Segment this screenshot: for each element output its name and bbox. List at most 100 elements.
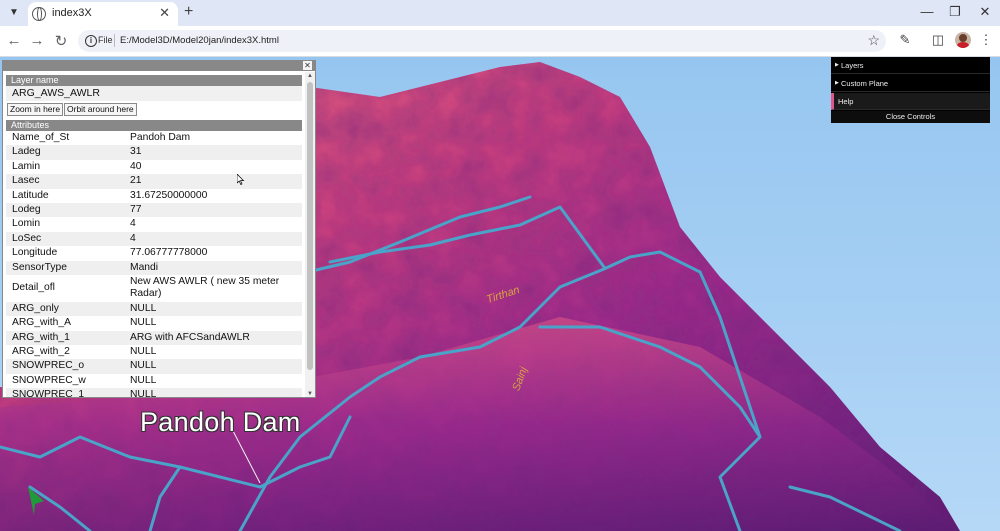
controls-layers-label: Layers — [841, 61, 864, 70]
attr-key: ARG_with_2 — [12, 346, 70, 358]
scroll-up-icon[interactable]: ▲ — [306, 73, 314, 79]
divider — [114, 34, 115, 47]
table-row: Longitude 77.06777778000 — [6, 246, 302, 260]
table-row: Name_of_St Pandoh Dam — [6, 131, 302, 145]
attr-value: NULL — [130, 389, 157, 398]
table-row: LoSec 4 — [6, 231, 302, 247]
close-icon[interactable]: ✕ — [303, 61, 312, 70]
layer-name-header: Layer name — [6, 75, 302, 86]
table-row: Lodeg 77 — [6, 202, 302, 218]
controls-custom-plane-label: Custom Plane — [841, 79, 889, 88]
attr-key: Longitude — [12, 247, 58, 259]
tab-list-icon[interactable]: ▼ — [6, 5, 22, 21]
attr-value: NULL — [130, 374, 157, 386]
table-row: Ladeg 31 — [6, 145, 302, 160]
close-icon[interactable]: ✕ — [159, 5, 170, 21]
table-row: ARG_with_1 ARG with AFCSandAWLR — [6, 330, 302, 346]
star-icon[interactable]: ☆ — [867, 32, 880, 49]
url-text[interactable]: E:/Model3D/Model20jan/index3X.html — [120, 35, 279, 46]
attr-value: ARG with AFCSandAWLR — [130, 331, 250, 343]
table-row: ARG_with_A NULL — [6, 316, 302, 330]
back-icon[interactable]: ← — [5, 32, 23, 49]
tab-title: index3X — [52, 7, 92, 19]
attr-key: Name_of_St — [12, 132, 70, 143]
table-row: Detail_ofl New AWS AWLR ( new 35 meter Ra… — [6, 275, 302, 302]
triangle-right-icon: ▶ — [835, 62, 839, 68]
attr-key: SNOWPREC_1 — [12, 389, 85, 398]
table-row: Lasec 21 — [6, 174, 302, 189]
attr-value: NULL — [130, 302, 157, 314]
attr-value: Mandi — [130, 261, 159, 273]
attr-key: LoSec — [12, 232, 42, 244]
avatar[interactable] — [955, 32, 971, 48]
attr-value: Pandoh Dam — [130, 132, 191, 143]
attribute-panel: ✕ Layer name ARG_AWS_AWLR Zoom in here O… — [2, 60, 316, 398]
attr-value: NULL — [130, 317, 157, 329]
reload-icon[interactable]: ↻ — [52, 32, 70, 50]
table-row: SNOWPREC_w NULL — [6, 374, 302, 388]
place-label-part2: Dam — [234, 407, 301, 437]
tab-strip: ▼ index3X ✕ + — ❐ ✕ — [0, 0, 1000, 26]
attr-key: SNOWPREC_o — [12, 360, 85, 372]
table-row: ARG_with_2 NULL — [6, 345, 302, 359]
table-row: Lomin 4 — [6, 217, 302, 231]
window-close-icon[interactable]: ✕ — [975, 4, 995, 20]
restore-icon[interactable]: ❐ — [945, 4, 965, 20]
attr-key: Detail_ofl — [12, 281, 55, 293]
attr-value: 4 — [130, 218, 136, 230]
table-row: ARG_only NULL — [6, 301, 302, 317]
controls-help-label: Help — [838, 97, 854, 106]
minimize-icon[interactable]: — — [917, 4, 937, 19]
place-label: Pandoh​ Dam — [140, 407, 301, 438]
panel-scrollbar[interactable]: ▲ ▼ — [305, 72, 315, 397]
zoom-in-here-button[interactable]: Zoom in here — [7, 103, 64, 116]
attr-value: NULL — [130, 360, 157, 372]
attr-value: New AWS AWLR ( new 35 meter Radar) — [130, 275, 280, 300]
info-icon[interactable]: i — [85, 35, 97, 47]
extensions-icon[interactable]: ✎ — [896, 32, 914, 48]
menu-icon[interactable]: ⋮ — [977, 32, 995, 48]
table-row: Latitude 31.67250000000 — [6, 189, 302, 203]
attr-key: Lamin — [12, 160, 41, 172]
attr-key: ARG_only — [12, 302, 59, 314]
attribute-table: Name_of_St Pandoh Dam Ladeg 31 Lamin 40 Las… — [6, 131, 302, 398]
triangle-right-icon: ▶ — [835, 80, 839, 86]
scroll-thumb[interactable] — [307, 82, 313, 370]
browser-toolbar: ← → ↻ i File E:/Model3D/Model20jan/index… — [0, 26, 1000, 57]
attr-key: Lomin — [12, 218, 41, 230]
controls-layers[interactable]: ▶ Layers — [831, 57, 990, 74]
attr-key: Lasec — [12, 175, 40, 187]
browser-tab[interactable]: index3X ✕ — [28, 2, 178, 26]
attr-key: Lodeg — [12, 203, 41, 215]
place-label-part1: Pandoh — [140, 407, 235, 437]
attr-key: ARG_with_1 — [12, 331, 70, 343]
scroll-down-icon[interactable]: ▼ — [306, 391, 314, 397]
table-row: SNOWPREC_o NULL — [6, 359, 302, 374]
attr-key: ARG_with_A — [12, 317, 71, 329]
attr-key: SNOWPREC_w — [12, 374, 86, 386]
forward-icon[interactable]: → — [28, 32, 46, 49]
attr-key: Latitude — [12, 189, 49, 201]
close-controls-button[interactable]: Close Controls — [831, 111, 990, 123]
sidebar-icon[interactable]: ◫ — [929, 32, 947, 48]
orbit-around-here-button[interactable]: Orbit around here — [64, 103, 137, 116]
attr-key: SensorType — [12, 261, 67, 273]
attr-value: 4 — [130, 232, 136, 244]
controls-custom-plane[interactable]: ▶ Custom Plane — [831, 75, 990, 92]
controls-help[interactable]: Help — [831, 93, 990, 110]
address-bar[interactable]: i File E:/Model3D/Model20jan/index3X.htm… — [78, 30, 886, 52]
attr-value: 40 — [130, 160, 142, 172]
table-row: SensorType Mandi — [6, 260, 302, 275]
mouse-cursor-icon — [237, 174, 245, 185]
url-scheme: File — [98, 35, 113, 45]
attr-key: Ladeg — [12, 146, 41, 158]
table-row: SNOWPREC_1 NULL — [6, 388, 302, 398]
controls-panel: ▶ Layers ▶ Custom Plane Help Close Control… — [831, 57, 990, 123]
layer-name-value: ARG_AWS_AWLR — [6, 86, 302, 101]
attributes-header: Attributes — [6, 120, 302, 131]
globe-icon — [32, 7, 46, 21]
plus-icon[interactable]: + — [184, 3, 193, 21]
attr-value: 21 — [130, 175, 142, 187]
attr-value: 77.06777778000 — [130, 247, 208, 259]
panel-titlebar[interactable]: ✕ — [3, 61, 315, 71]
